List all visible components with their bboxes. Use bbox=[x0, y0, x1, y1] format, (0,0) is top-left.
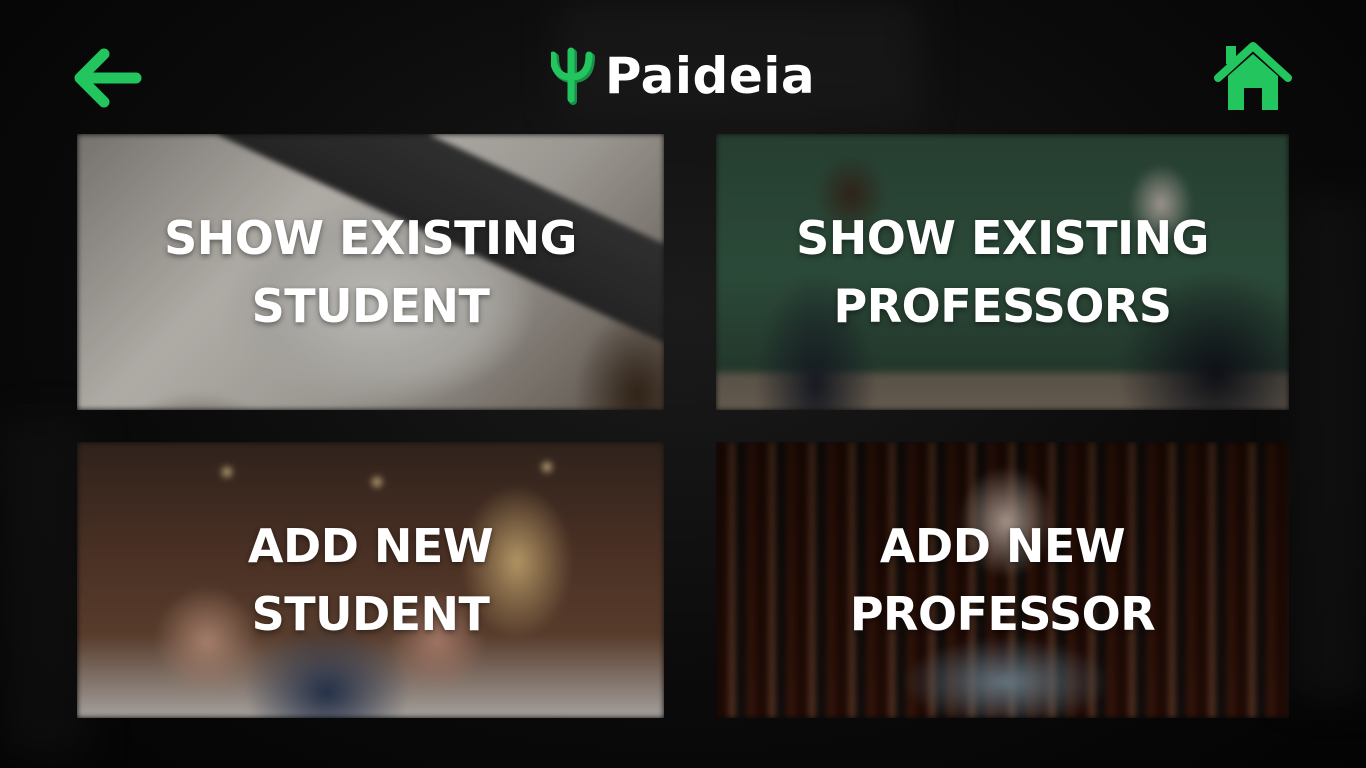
card-label-line: STUDENT bbox=[251, 279, 490, 333]
card-label: ADD NEW PROFESSOR bbox=[849, 512, 1156, 648]
card-label-line: ADD NEW bbox=[879, 519, 1126, 573]
card-label: SHOW EXISTING STUDENT bbox=[164, 204, 577, 340]
home-icon bbox=[1214, 42, 1292, 110]
card-label-line: SHOW EXISTING bbox=[796, 211, 1209, 265]
show-existing-professors-button[interactable]: SHOW EXISTING PROFESSORS bbox=[716, 134, 1289, 410]
home-button[interactable] bbox=[1214, 42, 1292, 112]
card-label-line: SHOW EXISTING bbox=[164, 211, 577, 265]
card-label: ADD NEW STUDENT bbox=[247, 512, 494, 648]
brand: Paideia bbox=[0, 40, 1366, 112]
card-label-line: PROFESSORS bbox=[833, 279, 1172, 333]
card-label-line: STUDENT bbox=[251, 587, 490, 641]
background-shape bbox=[1290, 200, 1366, 700]
page: Paideia SHOW EXISTING STUDENT SHOW EXIST… bbox=[0, 0, 1366, 768]
add-new-student-button[interactable]: ADD NEW STUDENT bbox=[77, 442, 664, 718]
psi-logo-icon bbox=[550, 47, 595, 105]
app-title: Paideia bbox=[604, 47, 816, 105]
show-existing-student-button[interactable]: SHOW EXISTING STUDENT bbox=[77, 134, 664, 410]
card-label: SHOW EXISTING PROFESSORS bbox=[796, 204, 1209, 340]
card-label-line: PROFESSOR bbox=[849, 587, 1156, 641]
add-new-professor-button[interactable]: ADD NEW PROFESSOR bbox=[716, 442, 1289, 718]
card-label-line: ADD NEW bbox=[247, 519, 494, 573]
